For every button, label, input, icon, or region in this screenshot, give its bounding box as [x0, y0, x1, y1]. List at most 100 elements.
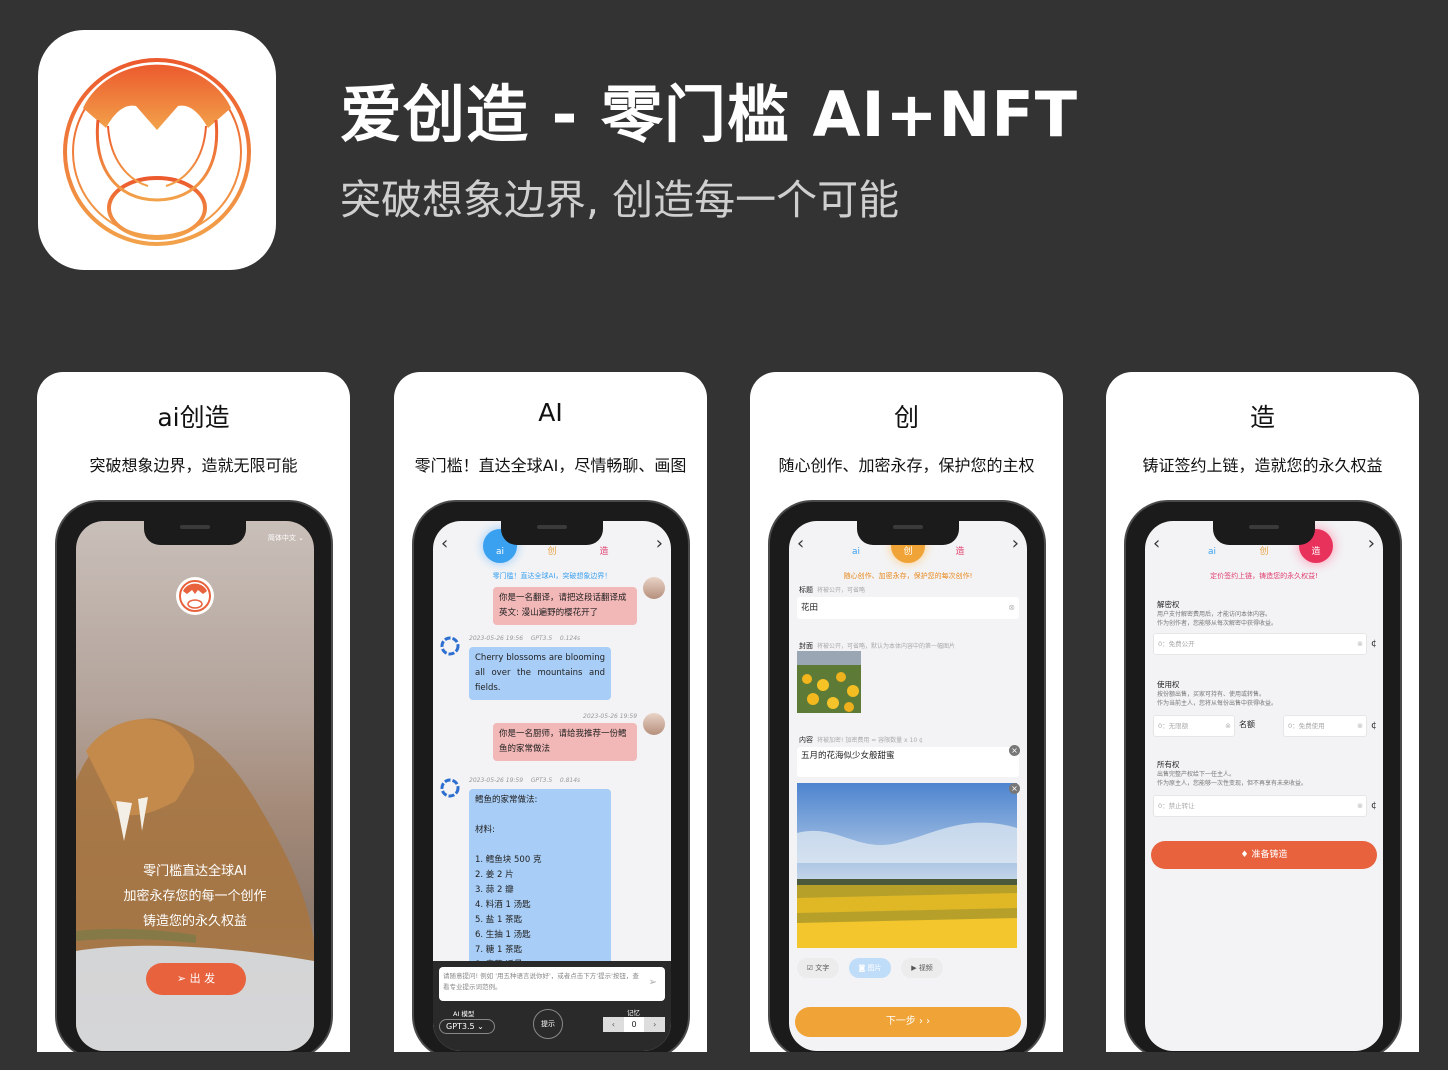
card-title: AI [538, 398, 563, 427]
user-avatar [643, 577, 665, 599]
user-message: 你是一名厨师，请给我推荐一份鳕鱼的家常做法 [493, 723, 637, 761]
phone-screen: ‹ › ai 创 造 定价签约上链，铸造您的永久权益! 解密权 用户支付解密费用… [1145, 521, 1383, 1051]
card-subtitle: 铸证签约上链，造就您的永久权益 [1142, 456, 1383, 475]
video-block-button[interactable]: ▶ 视频 [901, 958, 943, 978]
screenshot-card-2: AI 零门槛！直达全球AI，尽情畅聊、画图 ‹ › ai 创 造 零门槛！直达全… [394, 372, 707, 1052]
intro-line-2: 加密永存您的每一个创作 [123, 889, 267, 904]
phone-frame: ‹ › ai 创 造 定价签约上链，铸造您的永久权益! 解密权 用户支付解密费用… [1124, 500, 1402, 1052]
delete-icon[interactable]: × [1009, 783, 1020, 794]
back-arrow-icon[interactable]: ‹ [1153, 533, 1160, 554]
phone-notch [1213, 521, 1315, 545]
card-subtitle: 突破想象边界，造就无限可能 [89, 456, 298, 475]
intro-line-3: 铸造您的永久权益 [142, 914, 247, 929]
clear-icon[interactable]: ⊗ [1225, 716, 1231, 736]
forward-arrow-icon[interactable]: › [656, 533, 663, 554]
memory-stepper: ‹ 0 › [603, 1017, 666, 1032]
card-title: 创 [893, 403, 919, 432]
memory-value[interactable]: 0 [623, 1017, 645, 1032]
next-step-button[interactable]: 下一步 › › [795, 1007, 1021, 1037]
usage-rights-title: 使用权 [1157, 680, 1180, 689]
app-title: 爱创造 - 零门槛 AI+NFT [340, 78, 1079, 151]
usage-rights-desc: 按份额出售，买家可持有、使用或转售。 作为当前主人，您将从每份出售中获得收益。 [1157, 691, 1278, 707]
app-subtitle: 突破想象边界, 创造每一个可能 [340, 176, 900, 224]
screenshot-card-3: 创 随心创作、加密永存，保护您的主权 ‹ › ai 创 造 随心创作、加密永存，… [750, 372, 1063, 1052]
screenshot-card-4: 造 铸证签约上链，造就您的永久权益 ‹ › ai 创 造 定价签约上链，铸造您的… [1106, 372, 1419, 1052]
cover-photo[interactable] [797, 651, 861, 713]
video-icon: ▶ [911, 964, 919, 972]
back-arrow-icon[interactable]: ‹ [441, 533, 448, 554]
chat-input[interactable]: 请随意提问! 例如 '用五种语言说你好'，或者点击下方'提示'按钮，查看专业提示… [439, 967, 665, 1001]
go-button[interactable]: ➢ 出 发 [146, 963, 246, 995]
screenshot-card-1: ai创造 突破想象边界，造就无限可能 简体中文 ⌄ 零门槛直达全球AI 加密永存… [37, 372, 350, 1052]
phone-frame: ‹ › ai 创 造 随心创作、加密永存，保护您的每次创作! 标题 将被公开，可省… [768, 500, 1046, 1052]
send-icon[interactable]: ➢ [649, 977, 657, 988]
ownership-desc: 出售完整产权给下一任主人。 作为原主人，您能够一次性变现，但不再享有未来收益。 [1157, 771, 1308, 787]
message-meta: 2023-05-26 19:56 GPT3.5 0.124s [469, 635, 581, 642]
hint-button[interactable]: 提示 [533, 1009, 563, 1039]
model-select[interactable]: GPT3.5 ⌄ [439, 1019, 495, 1034]
decrypt-rights-title: 解密权 [1157, 600, 1180, 609]
user-avatar [643, 713, 665, 735]
language-selector[interactable]: 简体中文 ⌄ [268, 533, 304, 543]
send-icon: ➢ [176, 972, 190, 985]
decrypt-rights-desc: 用户支付解密费用后，才能访问本体内容。 作为创作者，您能够从每次解密中获得收益。 [1157, 611, 1278, 627]
cent-unit: ¢ [1371, 639, 1377, 649]
title-label: 标题 将被公开，可省略 [799, 586, 866, 594]
cent-unit: ¢ [1371, 801, 1377, 811]
openai-logo-icon [440, 778, 460, 798]
cover-label: 封面 将被公开，可省略，默认为本体内容中的第一幅图片 [799, 642, 956, 650]
ai-message: Cherry blossoms are blooming all over th… [469, 647, 611, 700]
phone-notch [501, 521, 603, 545]
content-label: 内容 将被加密! 加密费用 = 容限数量 x 10 ¢ [799, 736, 923, 744]
ai-message: 鳕鱼的家常做法: 材料: 1. 鳕鱼块 500 克 2. 姜 2 片 3. 蒜 … [469, 789, 611, 969]
message-meta: 2023-05-26 19:59 GPT3.5 0.814s [469, 777, 581, 784]
camera-icon: ◙ [858, 964, 868, 972]
prepare-mint-button[interactable]: ♦ 准备铸造 [1151, 841, 1377, 869]
phone-screen: ‹ › ai 创 造 零门槛！直达全球AI，突破想象边界！ 你是一名翻译，请把这… [433, 521, 671, 1051]
forward-arrow-icon[interactable]: › [1012, 533, 1019, 554]
usage-quota-input[interactable]: 0：无限额 ⊗ [1153, 715, 1235, 737]
clear-icon[interactable]: ⊗ [1357, 634, 1363, 654]
chat-composer: 请随意提问! 例如 '用五种语言说你好'，或者点击下方'提示'按钮，查看专业提示… [433, 961, 671, 1051]
message-meta: 2023-05-26 19:59 [583, 713, 638, 720]
increment-button[interactable]: › [644, 1017, 666, 1032]
card-subtitle: 零门槛！直达全球AI，尽情畅聊、画图 [414, 456, 687, 475]
tagline: 零门槛！直达全球AI，突破想象边界！ [492, 572, 612, 580]
content-text-field[interactable]: 五月的花海似少女般甜蜜 [797, 747, 1019, 777]
image-block-button[interactable]: ◙ 图片 [849, 958, 891, 978]
clear-icon[interactable]: ⊗ [1008, 597, 1015, 619]
text-icon: ☑ [806, 964, 816, 972]
quota-label: 名额 [1239, 720, 1255, 729]
back-arrow-icon[interactable]: ‹ [797, 533, 804, 554]
delete-icon[interactable]: × [1009, 745, 1020, 756]
cent-unit: ¢ [1371, 721, 1377, 731]
user-message: 你是一名翻译，请把这段话翻译成英文: 漫山遍野的樱花开了 [493, 587, 637, 625]
clear-icon[interactable]: ⊗ [1357, 796, 1363, 816]
ownership-title: 所有权 [1157, 760, 1180, 769]
memory-label: 记忆 [627, 1009, 640, 1017]
phone-notch [857, 521, 959, 545]
decrypt-price-input[interactable]: 0：免费公开 ⊗ [1153, 633, 1367, 655]
card-subtitle: 随心创作、加密永存，保护您的主权 [778, 456, 1035, 475]
forward-arrow-icon[interactable]: › [1368, 533, 1375, 554]
title-field[interactable]: 花田 ⊗ [797, 597, 1019, 619]
phone-frame: 简体中文 ⌄ 零门槛直达全球AI 加密永存您的每一个创作 铸造您的永久权益 ➢ … [55, 500, 333, 1052]
text-block-button[interactable]: ☑ 文字 [797, 958, 839, 978]
phone-frame: ‹ › ai 创 造 零门槛！直达全球AI，突破想象边界！ 你是一名翻译，请把这… [412, 500, 690, 1052]
content-photo[interactable] [797, 783, 1017, 948]
usage-price-input[interactable]: 0：免费使用 ⊗ [1283, 715, 1367, 737]
intro-line-1: 零门槛直达全球AI [143, 864, 247, 879]
clear-icon[interactable]: ⊗ [1357, 716, 1363, 736]
decrement-button[interactable]: ‹ [603, 1017, 624, 1032]
model-label: AI 模型 [453, 1010, 475, 1018]
openai-logo-icon [440, 636, 460, 656]
phone-screen: ‹ › ai 创 造 随心创作、加密永存，保护您的每次创作! 标题 将被公开，可省… [789, 521, 1027, 1051]
flame-icon: ♦ [1240, 850, 1252, 860]
card-title: 造 [1249, 403, 1275, 432]
ownership-price-input[interactable]: 0：禁止转让 ⊗ [1153, 795, 1367, 817]
card-title: ai创造 [157, 403, 230, 432]
phone-notch [144, 521, 246, 545]
tagline: 随心创作、加密永存，保护您的每次创作! [843, 572, 973, 580]
phone-screen: 简体中文 ⌄ 零门槛直达全球AI 加密永存您的每一个创作 铸造您的永久权益 ➢ … [76, 521, 314, 1051]
app-logo [176, 577, 214, 615]
